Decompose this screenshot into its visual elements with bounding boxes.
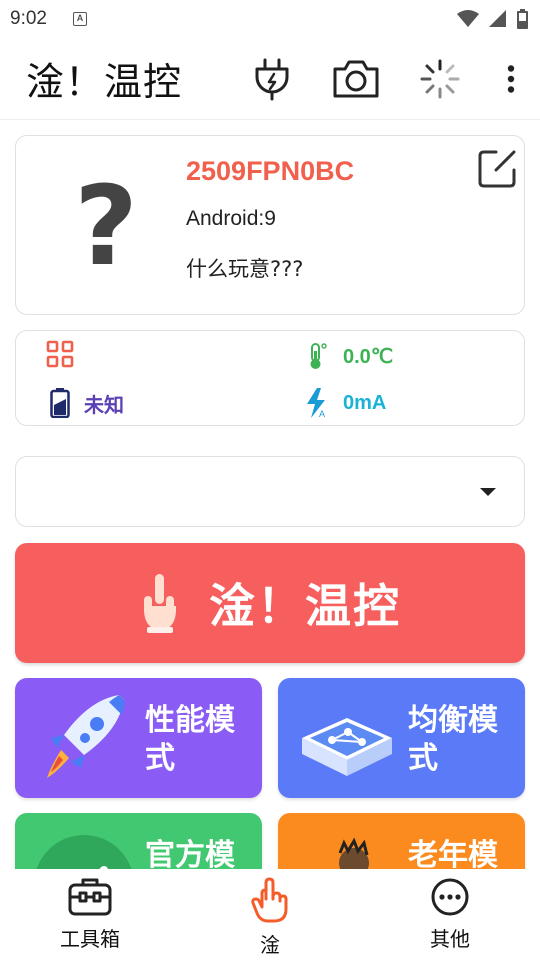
bottom-nav: 工具箱 淦 其他	[0, 869, 540, 960]
nav-item-toolbox[interactable]: 工具箱	[0, 869, 180, 960]
mode-tile-elderly[interactable]: 老年模式	[278, 813, 525, 869]
notification-icon: A	[72, 12, 87, 26]
app-bar-actions	[230, 38, 540, 120]
battery-status: 未知	[84, 394, 124, 417]
app-bar: 淦！温控	[0, 38, 540, 120]
rocket-icon	[47, 695, 125, 778]
plug-button[interactable]	[230, 38, 314, 120]
toolbox-icon	[68, 878, 112, 916]
dropdown-arrow-icon	[480, 488, 496, 496]
nav-item-other[interactable]: 其他	[360, 869, 540, 960]
more-button[interactable]	[482, 38, 540, 120]
app-title: 淦！温控	[26, 60, 183, 104]
nav-label-other: 其他	[430, 927, 470, 951]
device-description: 什么玩意???	[186, 257, 304, 281]
camera-icon	[333, 60, 379, 98]
elderly-figure-icon	[338, 837, 369, 869]
hand-pointer-icon	[251, 877, 288, 923]
balance-cube-icon	[302, 718, 392, 776]
lightning-icon: A	[307, 388, 325, 418]
nav-item-gan[interactable]: 淦	[180, 869, 360, 960]
main-action-button[interactable]: 淦！温控	[15, 543, 525, 663]
mode-label-performance: 性能模式	[145, 703, 235, 776]
more-circle-icon	[431, 878, 469, 916]
mode-tile-official[interactable]: 官方模式	[15, 813, 262, 869]
edit-icon	[478, 150, 516, 188]
main-action-label: 淦！温控	[209, 579, 401, 633]
wifi-icon	[457, 10, 479, 27]
mode-tile-performance[interactable]: 性能模式	[15, 678, 262, 798]
thermometer-icon	[310, 343, 327, 369]
device-model: 2509FPN0BC	[186, 156, 355, 186]
mode-label-balanced: 均衡模式	[408, 703, 498, 776]
signal-icon	[489, 10, 506, 27]
status-icons	[457, 9, 528, 29]
check-circle-icon	[36, 835, 132, 869]
temperature-value: 0.0℃	[343, 345, 394, 368]
edit-button[interactable]	[476, 148, 518, 190]
stat-battery: 未知	[50, 388, 124, 418]
battery-charging-icon	[50, 388, 70, 418]
device-avatar: ?	[74, 162, 138, 290]
mode-tile-balanced[interactable]: 均衡模式	[278, 678, 525, 798]
loading-icon	[420, 59, 460, 99]
svg-text:A: A	[319, 409, 325, 418]
status-bar: 9:02 A	[0, 0, 540, 38]
stat-cpu	[46, 339, 74, 369]
current-value: 0mA	[343, 391, 387, 414]
grid-icon	[46, 340, 74, 368]
device-card: ? 2509FPN0BC Android:9 什么玩意???	[15, 135, 525, 315]
more-vert-icon	[507, 65, 515, 93]
mode-label-elderly: 老年模式	[408, 838, 498, 869]
stats-card: 0.0℃ 未知 A 0mA	[15, 330, 525, 426]
stat-temperature: 0.0℃	[305, 341, 393, 371]
mode-label-official: 官方模式	[145, 838, 235, 869]
nav-label-gan: 淦	[260, 933, 280, 957]
loading-button[interactable]	[398, 38, 482, 120]
mode-dropdown[interactable]	[15, 456, 525, 527]
plug-icon	[255, 58, 289, 101]
main-content: ? 2509FPN0BC Android:9 什么玩意??? 0.0℃ 未知 A…	[0, 121, 540, 869]
status-time: 9:02	[10, 8, 47, 29]
android-version: Android:9	[186, 207, 276, 230]
stat-current: A 0mA	[305, 388, 386, 418]
battery-icon	[517, 9, 528, 29]
camera-button[interactable]	[314, 38, 398, 120]
nav-label-toolbox: 工具箱	[60, 927, 120, 951]
middle-finger-icon	[143, 574, 177, 633]
